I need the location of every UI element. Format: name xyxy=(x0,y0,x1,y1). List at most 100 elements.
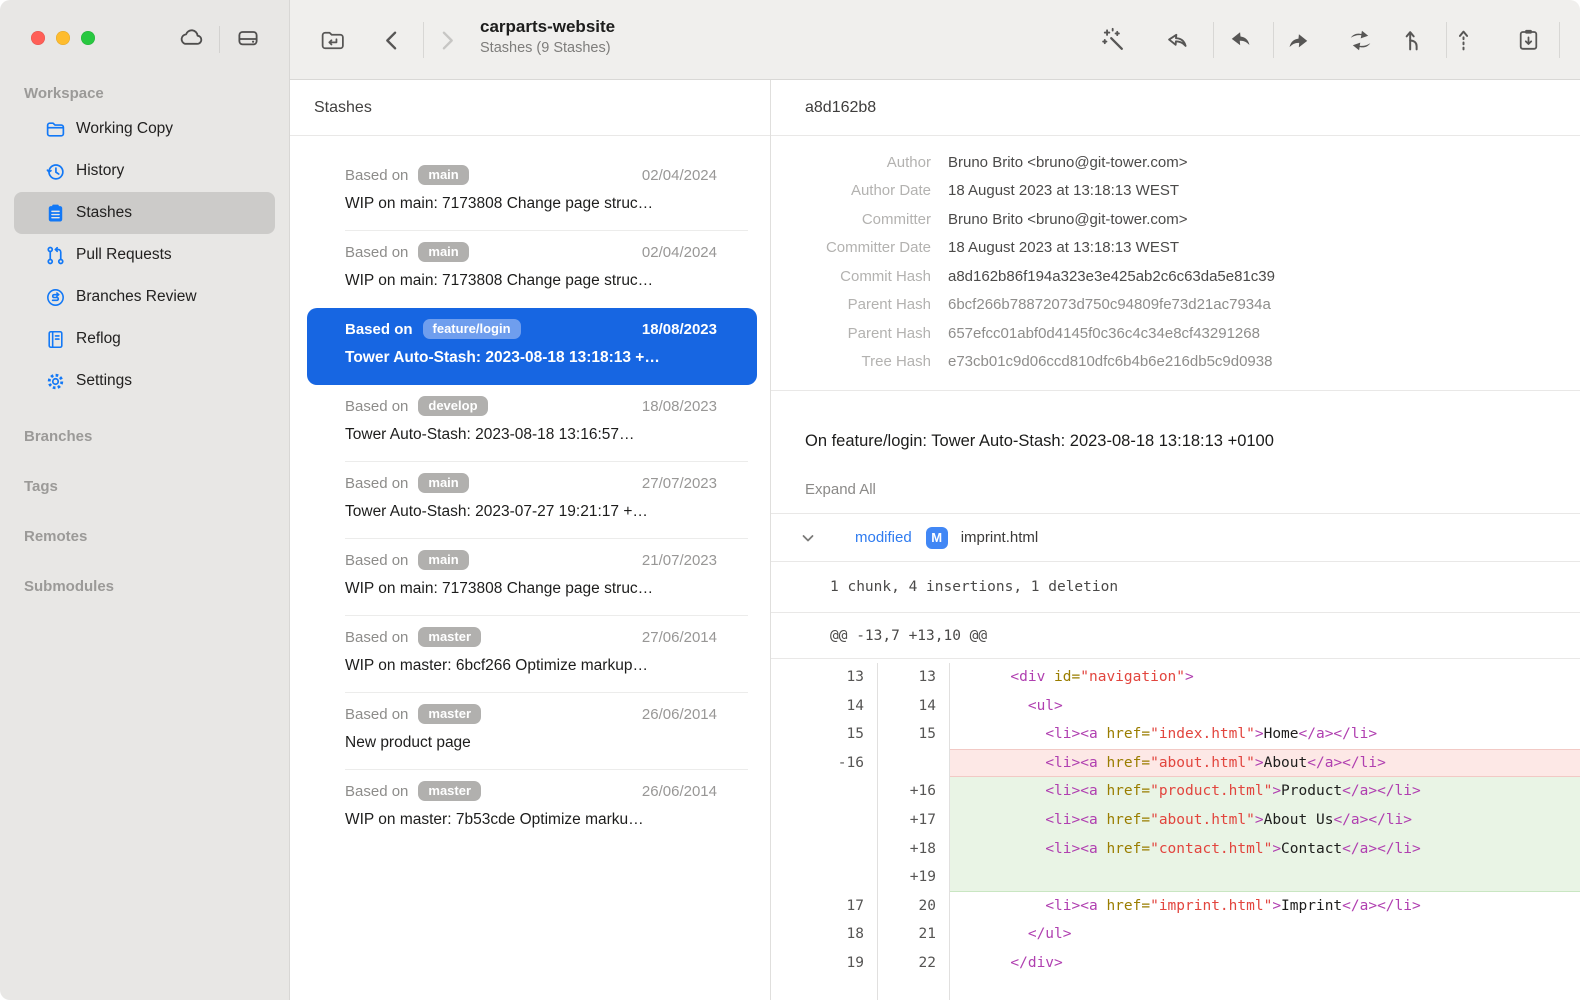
sidebar-item-label: Reflog xyxy=(76,330,121,348)
pull-arrow-icon[interactable] xyxy=(1224,24,1256,56)
repo-folder-icon[interactable] xyxy=(316,24,348,56)
meta-row: Parent Hash6bcf266b78872073d750c94809fe7… xyxy=(771,291,1580,320)
stash-list-item[interactable]: Based onmain27/07/2023Tower Auto-Stash: … xyxy=(307,462,757,539)
stash-list-item[interactable]: Based onfeature/login18/08/2023Tower Aut… xyxy=(307,308,757,385)
based-on-label: Based on xyxy=(345,244,408,261)
old-line-number: 18 xyxy=(771,920,878,949)
toolbar-divider xyxy=(1213,22,1214,58)
sidebar-top-icons xyxy=(176,24,263,54)
stash-item-meta: Based onmain21/07/2023 xyxy=(345,548,717,572)
rebase-arrow-icon[interactable] xyxy=(1447,24,1479,56)
stash-date: 18/08/2023 xyxy=(642,321,717,338)
stash-list-item[interactable]: Based onmain21/07/2023WIP on main: 71738… xyxy=(307,539,757,616)
sidebar-item-history[interactable]: History xyxy=(14,150,275,192)
based-on-label: Based on xyxy=(345,629,408,646)
branch-badge: main xyxy=(418,165,468,185)
new-line-number: 21 xyxy=(878,920,950,949)
based-on-label: Based on xyxy=(345,398,408,415)
meta-row: Tree Hashe73cb01c9d06ccd810dfc6b4b6e216d… xyxy=(771,348,1580,377)
push-arrow-icon[interactable] xyxy=(1282,24,1314,56)
stash-item-meta: Based onmaster26/06/2014 xyxy=(345,702,717,726)
sidebar-section-tags[interactable]: Tags xyxy=(0,462,289,512)
traffic-lights xyxy=(31,31,95,45)
cloud-icon[interactable] xyxy=(176,24,206,54)
stash-date: 26/06/2014 xyxy=(642,783,717,800)
commit-metadata: AuthorBruno Brito <bruno@git-tower.com>A… xyxy=(771,136,1580,391)
back-chevron-icon[interactable] xyxy=(376,24,408,56)
old-line-number: 19 xyxy=(771,949,878,978)
meta-value: 18 August 2023 at 13:18:13 WEST xyxy=(948,182,1179,199)
stash-item-meta: Based onmaster27/06/2014 xyxy=(345,625,717,649)
diff-code: <div id="navigation"> xyxy=(950,663,1580,692)
modified-badge: M xyxy=(926,527,948,549)
fetch-sync-icon[interactable] xyxy=(1344,24,1376,56)
close-button[interactable] xyxy=(31,31,45,45)
minimize-button[interactable] xyxy=(56,31,70,45)
stash-list-item[interactable]: Based onmaster27/06/2014WIP on master: 6… xyxy=(307,616,757,693)
diff-line: +17 <li><a href="about.html">About Us</a… xyxy=(771,806,1580,835)
based-on-label: Based on xyxy=(345,552,408,569)
zoom-button[interactable] xyxy=(81,31,95,45)
meta-row: Author Date18 August 2023 at 13:18:13 WE… xyxy=(771,177,1580,206)
diff-view: 1313 <div id="navigation">1414 <ul>1515 … xyxy=(771,659,1580,1000)
stash-title: Tower Auto-Stash: 2023-07-27 19:21:17 +… xyxy=(345,500,717,524)
meta-label: Author xyxy=(771,154,931,171)
diff-line: 1515 <li><a href="index.html">Home</a></… xyxy=(771,720,1580,749)
stash-detail-pane: a8d162b8 AuthorBruno Brito <bruno@git-to… xyxy=(771,80,1580,1000)
meta-label: Parent Hash xyxy=(771,325,931,342)
branch-badge: master xyxy=(418,627,481,647)
diff-line: +19 xyxy=(771,863,1580,892)
meta-label: Committer xyxy=(771,211,931,228)
new-line-number xyxy=(878,749,950,778)
stash-list-item[interactable]: Based ondevelop18/08/2023Tower Auto-Stas… xyxy=(307,385,757,462)
stash-apply-icon[interactable] xyxy=(1512,24,1544,56)
diff-line: -16 <li><a href="about.html">About</a></… xyxy=(771,749,1580,778)
sidebar-section-branches[interactable]: Branches xyxy=(0,412,289,462)
sidebar-item-label: History xyxy=(76,162,124,180)
sidebar-item-working-copy[interactable]: Working Copy xyxy=(14,108,275,150)
sidebar-section-submodules[interactable]: Submodules xyxy=(0,562,289,612)
diff-line: 1414 <ul> xyxy=(771,692,1580,721)
repository-title: carparts-website xyxy=(480,17,615,37)
sidebar-item-branches-review[interactable]: Branches Review xyxy=(14,276,275,318)
diff-line: +18 <li><a href="contact.html">Contact</… xyxy=(771,835,1580,864)
drive-icon[interactable] xyxy=(233,24,263,54)
sidebar-section-remotes[interactable]: Remotes xyxy=(0,512,289,562)
old-line-number: -16 xyxy=(771,749,878,778)
merge-branch-icon[interactable] xyxy=(1397,24,1429,56)
history-icon xyxy=(45,161,66,182)
expand-all-button[interactable]: Expand All xyxy=(771,453,1580,514)
branch-badge: master xyxy=(418,781,481,801)
sidebar-item-settings[interactable]: Settings xyxy=(14,360,275,402)
stash-title: WIP on main: 7173808 Change page struc… xyxy=(345,192,717,216)
stash-date: 02/04/2024 xyxy=(642,244,717,261)
undo-icon[interactable] xyxy=(1161,24,1193,56)
hunk-header: @@ -13,7 +13,10 @@ xyxy=(771,613,1580,659)
stash-list-item[interactable]: Based onmaster26/06/2014New product page xyxy=(307,693,757,770)
stash-list-item[interactable]: Based onmaster26/06/2014WIP on master: 7… xyxy=(307,770,757,847)
diff-line: 1313 <div id="navigation"> xyxy=(771,663,1580,692)
meta-row: Parent Hash657efcc01abf0d4145f0c36c4c34e… xyxy=(771,319,1580,348)
commit-message: On feature/login: Tower Auto-Stash: 2023… xyxy=(771,391,1580,453)
stash-item-meta: Based onfeature/login18/08/2023 xyxy=(345,317,717,341)
diff-gutter-filler xyxy=(771,978,1580,1000)
quick-actions-wand-icon[interactable] xyxy=(1097,24,1129,56)
diff-code: <li><a href="contact.html">Contact</a></… xyxy=(950,835,1580,864)
pull-request-icon xyxy=(45,245,66,266)
stash-list-item[interactable]: Based onmain02/04/2024WIP on main: 71738… xyxy=(307,231,757,308)
stash-list-item[interactable]: Based onmain02/04/2024WIP on main: 71738… xyxy=(307,154,757,231)
meta-row: AuthorBruno Brito <bruno@git-tower.com> xyxy=(771,148,1580,177)
diff-code: <li><a href="about.html">About Us</a></l… xyxy=(950,806,1580,835)
stash-title: WIP on main: 7173808 Change page struc… xyxy=(345,269,717,293)
meta-value: 6bcf266b78872073d750c94809fe73d21ac7934a xyxy=(948,296,1271,313)
sidebar-nav: Working Copy History StashesPull RequestsB… xyxy=(0,108,289,402)
sidebar-section-workspace[interactable]: Workspace xyxy=(0,84,289,104)
sidebar-item-stashes[interactable]: Stashes xyxy=(14,192,275,234)
stash-title: WIP on master: 7b53cde Optimize marku… xyxy=(345,808,717,832)
sidebar-item-reflog[interactable]: Reflog xyxy=(14,318,275,360)
chevron-down-icon[interactable] xyxy=(800,530,816,546)
sidebar-item-pull-requests[interactable]: Pull Requests xyxy=(14,234,275,276)
view-subtitle: Stashes (9 Stashes) xyxy=(480,40,615,56)
changed-file-row[interactable]: modified M imprint.html xyxy=(771,514,1580,562)
new-line-number xyxy=(878,978,950,1000)
